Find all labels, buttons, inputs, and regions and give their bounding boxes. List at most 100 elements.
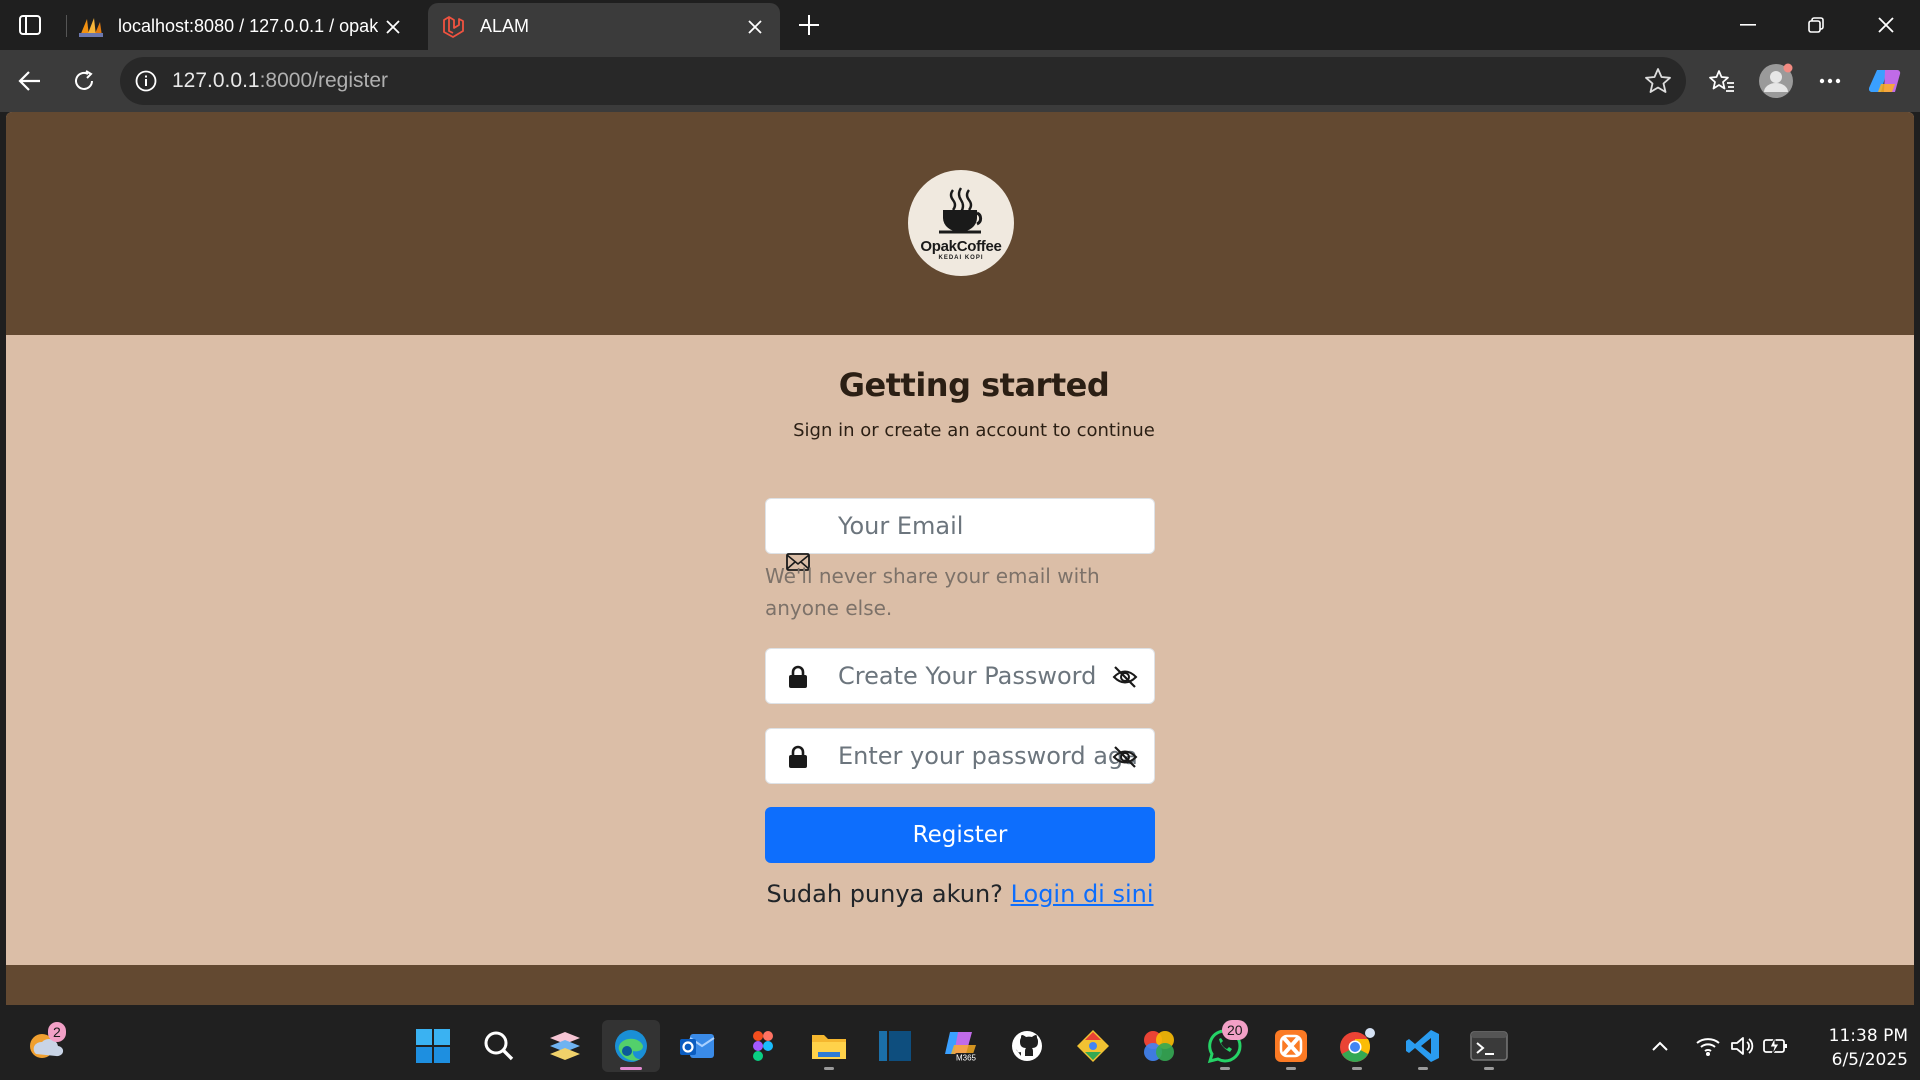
password-input[interactable]	[838, 649, 1138, 703]
tab-title: localhost:8080 / 127.0.0.1 / opak_	[118, 16, 378, 36]
close-tab-icon[interactable]	[740, 12, 770, 42]
profile-button[interactable]	[1758, 63, 1794, 99]
weather-badge: 2	[48, 1022, 66, 1042]
taskbar-app-git[interactable]	[1064, 1020, 1122, 1072]
login-link[interactable]: Login di sini	[1011, 880, 1154, 908]
close-tab-icon[interactable]	[378, 12, 408, 42]
taskbar-app-photos[interactable]	[1130, 1020, 1188, 1072]
taskbar-app-m365[interactable]: M365	[932, 1020, 990, 1072]
eye-slash-icon[interactable]	[1112, 665, 1138, 689]
xampp-icon	[1275, 1030, 1307, 1062]
figma-icon	[753, 1031, 773, 1061]
minimize-button[interactable]	[1722, 4, 1774, 46]
taskbar-app-vscode[interactable]	[1394, 1020, 1452, 1072]
url-text: 127.0.0.1:8000/register	[172, 69, 388, 93]
favorites-icon	[1709, 70, 1734, 92]
taskbar-app-github[interactable]	[998, 1020, 1056, 1072]
close-icon	[1878, 17, 1894, 33]
email-field[interactable]	[765, 498, 1155, 554]
wifi-status[interactable]	[1694, 1032, 1722, 1060]
clock-time: 11:38 PM	[1828, 1026, 1908, 1046]
running-indicator	[1484, 1067, 1494, 1070]
search-icon	[484, 1031, 514, 1061]
browser-tab-bar: localhost:8080 / 127.0.0.1 / opak_ ALAM	[0, 0, 1920, 50]
minimize-icon	[1740, 24, 1756, 26]
taskbar-app-xampp[interactable]	[1262, 1020, 1320, 1072]
microsoft365-icon: M365	[945, 1032, 977, 1063]
coffee-cup-icon	[939, 186, 983, 233]
back-button[interactable]	[12, 63, 48, 99]
logo-subtitle: KEDAI KOPI	[938, 254, 984, 261]
tab-actions-icon	[19, 15, 41, 35]
battery-status[interactable]	[1762, 1032, 1790, 1060]
start-button[interactable]	[404, 1020, 462, 1072]
browser-toolbar: 127.0.0.1:8000/register	[0, 50, 1920, 112]
notes-app-icon	[550, 1032, 580, 1060]
taskbar-app-notes[interactable]	[536, 1020, 594, 1072]
page-viewport: OpakCoffee KEDAI KOPI Getting started Si…	[6, 112, 1914, 1005]
running-indicator	[1286, 1067, 1296, 1070]
arrow-left-icon	[18, 71, 40, 91]
confirm-password-field[interactable]	[765, 728, 1155, 784]
address-bar[interactable]: 127.0.0.1:8000/register	[120, 57, 1686, 105]
running-indicator	[1220, 1067, 1230, 1070]
show-hidden-icons-button[interactable]	[1646, 1032, 1674, 1060]
restore-button[interactable]	[1790, 4, 1842, 46]
login-prompt: Sudah punya akun? Login di sini	[6, 880, 1914, 908]
copilot-icon	[1869, 69, 1901, 93]
taskbar-app-terminal[interactable]	[1460, 1020, 1518, 1072]
taskbar-app-editor[interactable]	[866, 1020, 924, 1072]
reload-button[interactable]	[66, 63, 102, 99]
url-host: 127.0.0.1	[172, 69, 260, 92]
password-field[interactable]	[765, 648, 1155, 704]
page-subtitle: Sign in or create an account to continue	[793, 420, 1155, 441]
tab-phpmyadmin[interactable]: localhost:8080 / 127.0.0.1 / opak_	[66, 3, 418, 50]
svg-text:M365: M365	[956, 1054, 977, 1063]
register-button[interactable]: Register	[765, 807, 1155, 863]
close-window-button[interactable]	[1860, 4, 1912, 46]
running-indicator	[824, 1067, 834, 1070]
vscode-icon	[1406, 1030, 1439, 1062]
settings-more-button[interactable]	[1812, 63, 1848, 99]
favorite-star-icon[interactable]	[1644, 67, 1672, 95]
active-indicator	[620, 1067, 642, 1070]
tab-alam[interactable]: ALAM	[428, 3, 780, 50]
windows-start-icon	[416, 1029, 450, 1063]
search-button[interactable]	[470, 1020, 528, 1072]
confirm-password-input[interactable]	[838, 729, 1138, 783]
chevron-up-icon	[1652, 1041, 1668, 1051]
laravel-icon	[440, 14, 466, 40]
taskbar-app-outlook[interactable]	[668, 1020, 726, 1072]
taskbar-app-chrome[interactable]	[1328, 1020, 1386, 1072]
email-input[interactable]	[838, 499, 1138, 553]
page-header: OpakCoffee KEDAI KOPI	[6, 112, 1914, 335]
brand-logo: OpakCoffee KEDAI KOPI	[908, 170, 1014, 276]
chrome-icon	[1340, 1028, 1375, 1062]
wifi-icon	[1696, 1038, 1720, 1056]
running-indicator	[1352, 1067, 1362, 1070]
running-indicator	[1418, 1067, 1428, 1070]
new-tab-button[interactable]	[792, 8, 826, 42]
volume-control[interactable]	[1728, 1032, 1756, 1060]
email-help-text: We'll never share your email with anyone…	[765, 564, 1100, 620]
login-prompt-text: Sudah punya akun?	[766, 880, 1003, 908]
avatar-icon	[1759, 63, 1793, 98]
copilot-button[interactable]	[1868, 63, 1904, 99]
github-icon	[1012, 1031, 1042, 1061]
system-clock[interactable]: 11:38 PM 6/5/2025	[1808, 1024, 1908, 1072]
book-app-icon	[879, 1031, 911, 1061]
lock-icon	[789, 665, 807, 688]
page-footer	[6, 965, 1914, 1005]
git-tool-icon	[1077, 1030, 1109, 1062]
site-info-icon[interactable]	[132, 67, 160, 95]
taskbar-app-file-explorer[interactable]	[800, 1020, 858, 1072]
eye-slash-icon[interactable]	[1112, 745, 1138, 769]
outlook-icon	[680, 1034, 715, 1058]
reload-icon	[75, 70, 93, 90]
taskbar-app-edge[interactable]	[602, 1020, 660, 1072]
favorites-button[interactable]	[1704, 63, 1740, 99]
tab-actions-button[interactable]	[14, 10, 46, 40]
folder-icon	[812, 1035, 846, 1059]
taskbar-app-figma[interactable]	[734, 1020, 792, 1072]
clock-date: 6/5/2025	[1831, 1050, 1908, 1070]
